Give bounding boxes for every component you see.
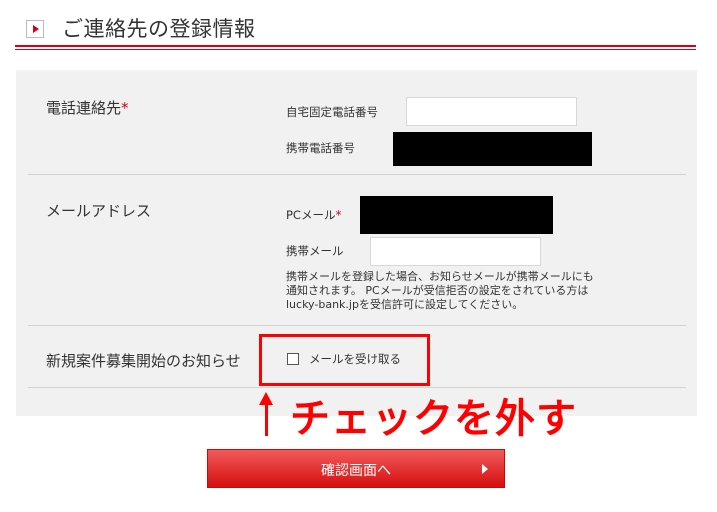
confirm-button-label: 確認画面へ bbox=[321, 463, 391, 479]
home-phone-label: 自宅固定電話番号 bbox=[286, 105, 378, 119]
mobile-phone-label: 携帯電話番号 bbox=[286, 141, 355, 155]
pc-email-input-redacted[interactable] bbox=[360, 196, 553, 234]
phone-section-label: 電話連絡先* bbox=[46, 99, 129, 117]
mobile-email-note: 携帯メールを登録した場合、お知らせメールが携帯メールにも 通知されます。 PCメ… bbox=[286, 270, 594, 311]
header-divider-thin bbox=[15, 49, 696, 50]
required-mark: * bbox=[335, 208, 342, 222]
annotation-arrow-shaft bbox=[265, 404, 268, 436]
header-divider bbox=[15, 45, 696, 47]
mobile-email-input[interactable] bbox=[370, 237, 541, 266]
annotation-highlight-box bbox=[259, 334, 430, 386]
email-section-label: メールアドレス bbox=[46, 202, 152, 220]
annotation-text: チェックを外す bbox=[290, 396, 577, 442]
home-phone-input[interactable] bbox=[406, 97, 577, 126]
pc-email-label: PCメール* bbox=[286, 208, 342, 222]
page-title: ご連絡先の登録情報 bbox=[62, 17, 256, 41]
notify-section-label: 新規案件募集開始のお知らせ bbox=[46, 352, 241, 370]
section-divider bbox=[28, 174, 686, 175]
mobile-phone-input-redacted[interactable] bbox=[393, 132, 592, 166]
header-play-icon bbox=[26, 20, 44, 38]
required-mark: * bbox=[121, 99, 129, 117]
chevron-right-icon bbox=[482, 464, 488, 474]
confirm-button[interactable]: 確認画面へ bbox=[207, 449, 505, 488]
mobile-email-label: 携帯メール bbox=[286, 244, 344, 258]
section-divider bbox=[28, 325, 686, 326]
